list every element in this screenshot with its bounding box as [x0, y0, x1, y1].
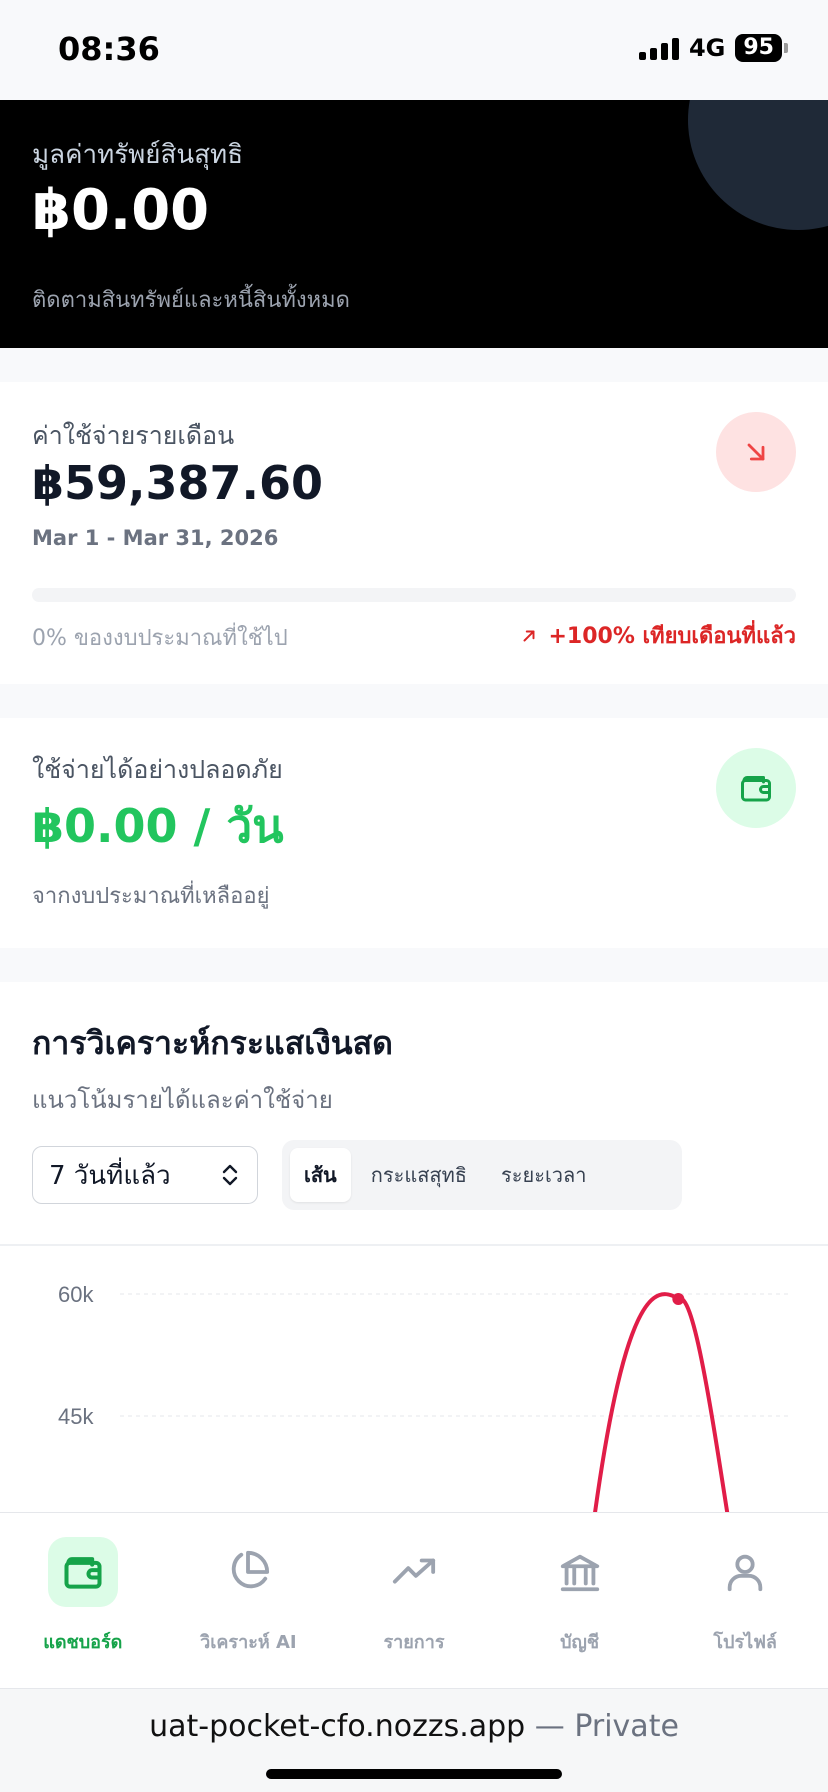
wallet-icon	[716, 748, 796, 828]
nav-item-transactions[interactable]: รายการ	[331, 1513, 497, 1688]
status-bar: 08:36 4G 95	[0, 0, 828, 100]
safe-to-spend-subtitle: จากงบประมาณที่เหลืออยู่	[32, 884, 270, 909]
budget-used-text: 0% ของงบประมาณที่ใช้ไป	[32, 626, 288, 651]
tab-line[interactable]: เส้น	[290, 1148, 351, 1202]
cashflow-card: การวิเคราะห์กระแสเงินสด แนวโน้มรายได้และ…	[0, 982, 828, 1512]
trending-up-icon	[379, 1537, 449, 1607]
monthly-expense-value: ฿59,387.60	[32, 456, 324, 510]
private-mode-label: — Private	[534, 1709, 679, 1744]
network-type: 4G	[688, 34, 726, 62]
url-display[interactable]: uat-pocket-cfo.nozzs.app — Private	[0, 1709, 828, 1744]
tab-net-flow[interactable]: กระแสสุทธิ	[357, 1148, 481, 1202]
nav-label-transactions: รายการ	[383, 1632, 445, 1653]
cashflow-subtitle: แนวโน้มรายได้และค่าใช้จ่าย	[32, 1086, 333, 1114]
nav-item-profile[interactable]: โปรไฟล์	[662, 1513, 828, 1688]
nav-label-accounts: บัญชี	[560, 1632, 600, 1653]
budget-progress-bar	[32, 588, 796, 602]
battery-icon: 95	[735, 34, 788, 62]
y-tick-label: 60k	[58, 1282, 94, 1307]
range-select[interactable]: 7 วันที่แล้ว	[32, 1146, 258, 1204]
net-worth-subtitle: ติดตามสินทรัพย์และหนี้สินทั้งหมด	[32, 288, 350, 313]
expense-data-point	[672, 1292, 685, 1305]
safe-to-spend-card[interactable]: ใช้จ่ายได้อย่างปลอดภัย ฿0.00 / วัน จากงบ…	[0, 718, 828, 948]
url-host: uat-pocket-cfo.nozzs.app	[149, 1709, 526, 1744]
signal-icon	[638, 36, 679, 60]
expense-date-range: Mar 1 - Mar 31, 2026	[32, 526, 279, 550]
chart-view-tabs: เส้น กระแสสุทธิ ระยะเวลา	[282, 1140, 682, 1210]
chevron-up-down-icon	[222, 1164, 238, 1186]
cashflow-chart: 60k 45k	[58, 1282, 790, 1512]
net-worth-card[interactable]: มูลค่าทรัพย์สินสุทธิ ฿0.00 ติดตามสินทรัพ…	[0, 100, 828, 348]
safe-to-spend-label: ใช้จ่ายได้อย่างปลอดภัย	[32, 755, 283, 784]
net-worth-label: มูลค่าทรัพย์สินสุทธิ	[32, 140, 244, 170]
arrow-down-right-icon	[716, 412, 796, 492]
browser-url-bar[interactable]: uat-pocket-cfo.nozzs.app — Private	[0, 1688, 828, 1792]
decorative-circle	[688, 100, 828, 230]
bottom-nav: แดชบอร์ด วิเคราะห์ AI รายการ บัญชี โปรไฟ…	[0, 1512, 828, 1688]
pie-chart-icon	[213, 1537, 283, 1607]
range-select-value: 7 วันที่แล้ว	[49, 1160, 171, 1191]
battery-level: 95	[735, 34, 782, 62]
status-time: 08:36	[58, 30, 160, 68]
tab-duration[interactable]: ระยะเวลา	[487, 1148, 601, 1202]
monthly-expense-card[interactable]: ค่าใช้จ่ายรายเดือน ฿59,387.60 Mar 1 - Ma…	[0, 382, 828, 684]
arrow-up-right-icon	[524, 630, 535, 641]
monthly-expense-label: ค่าใช้จ่ายรายเดือน	[32, 421, 235, 450]
home-indicator[interactable]	[266, 1769, 562, 1779]
nav-label-ai-analysis: วิเคราะห์ AI	[200, 1632, 297, 1653]
nav-item-ai-analysis[interactable]: วิเคราะห์ AI	[166, 1513, 332, 1688]
nav-item-accounts[interactable]: บัญชี	[497, 1513, 663, 1688]
user-icon	[710, 1537, 780, 1607]
expense-change-text: +100% เทียบเดือนที่แล้ว	[548, 624, 796, 649]
bank-icon	[545, 1537, 615, 1607]
wallet-icon	[47, 1537, 118, 1607]
nav-item-dashboard[interactable]: แดชบอร์ด	[0, 1513, 166, 1688]
expense-change: +100% เทียบเดือนที่แล้ว	[520, 618, 796, 653]
expense-series-line	[593, 1292, 730, 1512]
net-worth-value: ฿0.00	[32, 178, 210, 243]
nav-label-profile: โปรไฟล์	[713, 1632, 777, 1653]
cashflow-title: การวิเคราะห์กระแสเงินสด	[32, 1024, 393, 1062]
status-indicators: 4G 95	[638, 34, 788, 62]
y-tick-label: 45k	[58, 1404, 94, 1429]
safe-to-spend-value: ฿0.00 / วัน	[32, 799, 284, 853]
nav-label-dashboard: แดชบอร์ด	[43, 1632, 123, 1653]
